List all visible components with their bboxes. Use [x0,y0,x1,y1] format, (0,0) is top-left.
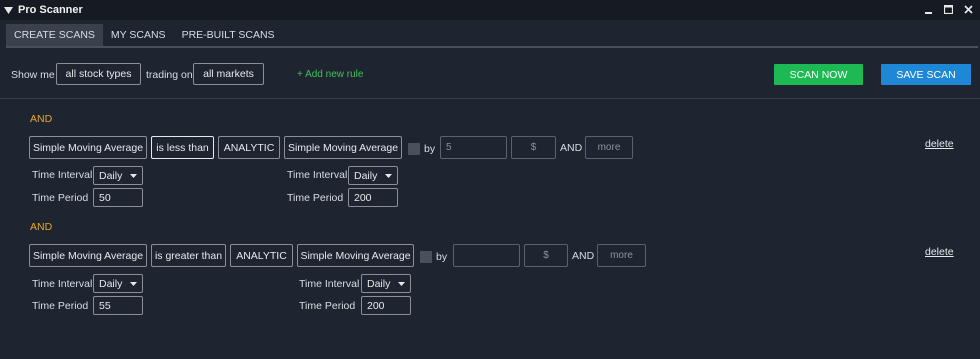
time-period-input[interactable]: 55 [93,296,143,315]
tab-pre-built-scans[interactable]: PRE-BUILT SCANS [174,24,283,46]
time-interval-value: Daily [99,277,123,290]
analytic-button[interactable]: ANALYTIC [218,136,280,159]
left-indicator-button[interactable]: Simple Moving Average [29,136,147,159]
save-scan-button[interactable]: SAVE SCAN [881,64,971,85]
tab-create-scans[interactable]: CREATE SCANS [6,24,103,46]
comparator-button[interactable]: is less than [151,136,214,159]
and-label: AND [30,221,53,233]
window-title: Pro Scanner [18,4,83,16]
tab-my-scans[interactable]: MY SCANS [103,24,174,46]
time-interval-label: Time Interval [32,278,93,290]
chevron-down-icon [385,167,392,184]
time-period-label: Time Period [299,300,356,312]
close-icon[interactable] [962,2,974,16]
scan-now-button[interactable]: SCAN NOW [774,64,863,85]
time-interval-value: Daily [354,169,378,182]
by-label: by [436,251,448,263]
time-interval-select[interactable]: Daily [361,274,411,293]
time-interval-label: Time Interval [32,169,93,181]
time-period-input[interactable]: 50 [93,188,143,207]
delete-rule-link[interactable]: delete [925,246,954,258]
unit-select[interactable]: $ [511,136,556,159]
right-indicator-button[interactable]: Simple Moving Average [284,136,402,159]
stock-types-button[interactable]: all stock types [56,63,141,85]
markets-button[interactable]: all markets [193,63,264,85]
unit-select[interactable]: $ [524,244,568,267]
by-label: by [424,143,436,155]
trading-on-label: trading on [146,69,193,81]
time-interval-select[interactable]: Daily [93,274,143,293]
chevron-down-icon [130,167,137,184]
show-me-label: Show me [11,69,55,81]
dropdown-triangle-icon[interactable] [0,0,16,20]
time-period-label: Time Period [32,192,89,204]
time-period-input[interactable]: 200 [348,188,398,207]
and-secondary-label: AND [560,142,583,154]
right-indicator-button[interactable]: Simple Moving Average [297,244,414,267]
and-secondary-label: AND [572,250,595,262]
toolbar-divider [0,98,980,99]
by-value-input[interactable]: 5 [440,136,507,159]
by-value-input[interactable] [453,244,520,267]
add-new-rule-link[interactable]: + Add new rule [297,69,363,80]
and-label: AND [30,113,53,125]
time-interval-value: Daily [99,169,123,182]
time-interval-select[interactable]: Daily [93,166,143,185]
by-checkbox[interactable] [420,251,432,263]
title-bar: Pro Scanner [0,0,980,20]
by-checkbox[interactable] [408,143,420,155]
chevron-down-icon [398,275,405,292]
analytic-button[interactable]: ANALYTIC [230,244,293,267]
more-button[interactable]: more [585,136,633,159]
chevron-down-icon [130,275,137,292]
delete-rule-link[interactable]: delete [925,138,954,150]
more-button[interactable]: more [597,244,646,267]
tab-underline [6,46,978,48]
time-period-label: Time Period [32,300,89,312]
time-period-input[interactable]: 200 [361,296,411,315]
left-indicator-button[interactable]: Simple Moving Average [29,244,147,267]
minimize-icon[interactable] [922,2,934,16]
comparator-button[interactable]: is greater than [151,244,226,267]
maximize-icon[interactable] [942,2,954,16]
time-interval-value: Daily [367,277,391,290]
time-interval-label: Time Interval [287,169,348,181]
time-interval-select[interactable]: Daily [348,166,398,185]
window-controls [922,2,974,16]
time-period-label: Time Period [287,192,344,204]
tab-bar: CREATE SCANS MY SCANS PRE-BUILT SCANS [6,24,283,46]
time-interval-label: Time Interval [299,278,360,290]
